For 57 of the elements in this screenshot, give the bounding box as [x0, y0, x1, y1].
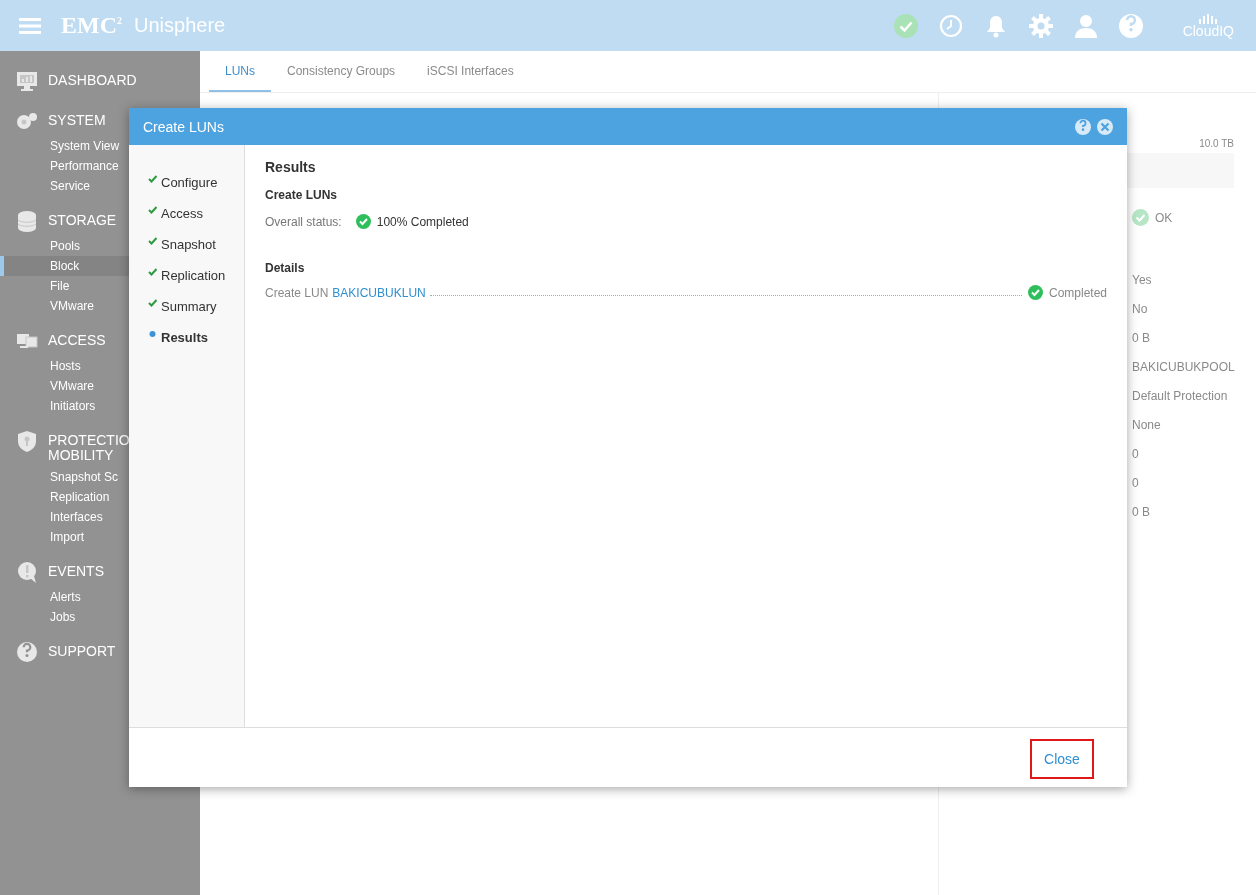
check-circle-icon	[355, 214, 371, 229]
property-value: Default Protection	[1132, 388, 1228, 405]
property-value: Yes	[1132, 272, 1152, 289]
clock-icon[interactable]	[937, 12, 964, 39]
shield-icon	[16, 430, 38, 452]
tab[interactable]: LUNs	[209, 51, 271, 92]
sidebar-section[interactable]: PROTECTIO MOBILITY	[48, 430, 130, 463]
health-value: OK	[1155, 210, 1173, 225]
sidebar-section[interactable]: ACCESS	[48, 330, 106, 348]
tab[interactable]: iSCSI Interfaces	[411, 51, 530, 92]
check-circle-icon	[1132, 209, 1149, 226]
cloud-label: CloudIQ	[1182, 23, 1234, 38]
property-value: 0	[1132, 475, 1139, 492]
menu-icon[interactable]	[19, 17, 41, 34]
dialog-title: Create LUNs	[143, 118, 224, 135]
close-icon[interactable]	[1096, 117, 1114, 136]
lun-link[interactable]: BAKICUBUKLUN	[332, 285, 426, 300]
help-icon[interactable]	[1117, 12, 1144, 39]
property-value: BAKICUBUKPOOL	[1132, 359, 1235, 376]
section-heading: Results	[265, 159, 317, 175]
sidebar-section[interactable]: STORAGE	[48, 210, 117, 228]
database-icon	[16, 210, 38, 232]
task-status: Completed	[1048, 285, 1107, 300]
help-icon	[16, 641, 38, 663]
wizard-step[interactable]: Access	[161, 206, 203, 221]
close-button[interactable]: Close	[1030, 738, 1094, 779]
sidebar-section[interactable]: SUPPORT	[48, 641, 116, 659]
user-icon[interactable]	[1072, 12, 1099, 39]
brand-logo: EMC$^{2}$	[61, 12, 122, 39]
help-icon[interactable]	[1074, 117, 1092, 136]
status-label: Overall status:	[265, 214, 342, 229]
sidebar-section[interactable]: DASHBOARD	[48, 70, 137, 88]
monitor-icon	[16, 70, 38, 92]
property-value: 0	[1132, 446, 1139, 463]
wizard-step[interactable]: Snapshot	[161, 237, 216, 252]
property-value: 0 B	[1132, 330, 1150, 347]
wizard-step[interactable]: Summary	[161, 299, 217, 314]
capacity-label: 10.0 TB	[1198, 138, 1234, 149]
check-circle-icon	[1027, 285, 1043, 300]
wizard-step[interactable]: Results	[161, 330, 208, 345]
settings-icon[interactable]	[1027, 12, 1054, 39]
subheading: Details	[265, 261, 306, 275]
sidebar-section[interactable]: SYSTEM	[48, 110, 106, 128]
tab[interactable]: Consistency Groups	[271, 51, 412, 92]
property-value: No	[1132, 301, 1148, 318]
sidebar-section[interactable]: EVENTS	[48, 561, 104, 579]
task-label: Create LUN	[265, 285, 329, 300]
property-value: None	[1132, 417, 1161, 434]
status-value: 100% Completed	[376, 214, 469, 229]
property-value: 0 B	[1132, 504, 1150, 521]
alert-bubble-icon	[16, 561, 38, 583]
status-check-icon[interactable]	[892, 12, 919, 39]
cloud-bars-icon	[1197, 13, 1220, 24]
gears-icon	[16, 110, 38, 132]
wizard-step[interactable]: Configure	[161, 175, 218, 190]
subheading: Create LUNs	[265, 188, 339, 202]
app-title: Unisphere	[134, 14, 226, 37]
